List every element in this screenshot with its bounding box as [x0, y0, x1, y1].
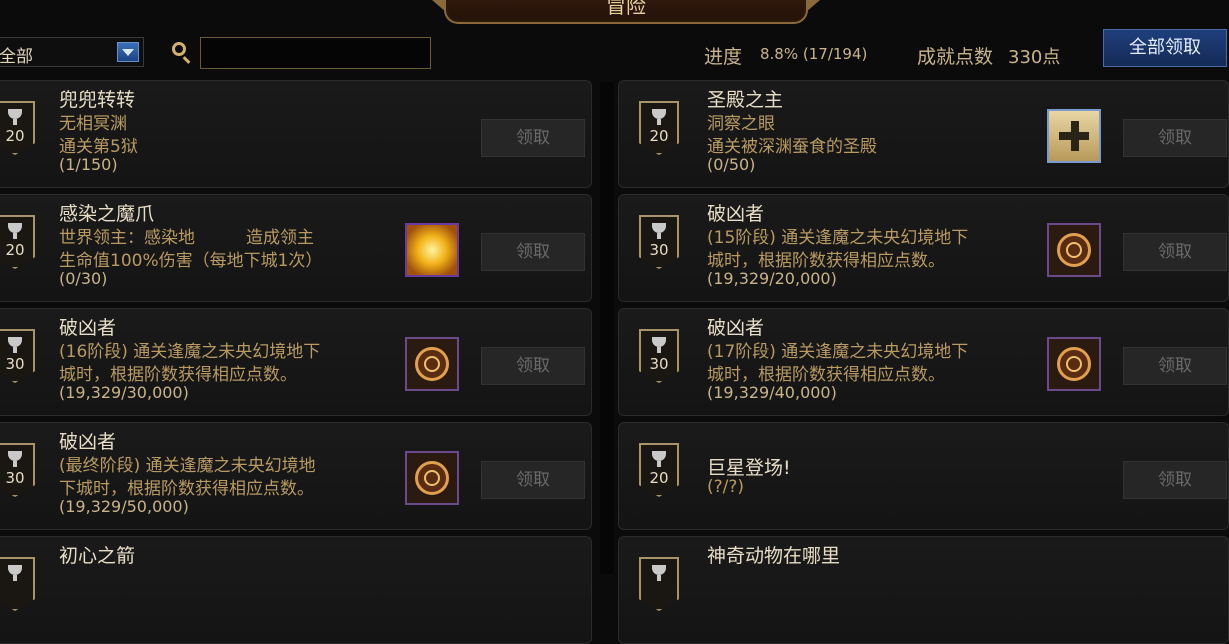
achievement-subtitle: 无相冥渊	[59, 114, 127, 134]
emblem-icon[interactable]	[1047, 223, 1101, 277]
achievement-progress: (19,329/30,000)	[59, 383, 189, 402]
chevron-down-icon[interactable]	[117, 42, 139, 62]
achievement-card: 20 感染之魔爪 世界领主：感染地 造成领主 生命值100%伤害（每地下城1次）…	[0, 194, 592, 302]
achievement-title: 巨星登场!	[707, 457, 791, 479]
achievement-subtitle: (16阶段) 通关逢魔之未央幻境地下	[59, 342, 321, 362]
achievement-description: 下城时，根据阶数获得相应点数。	[59, 479, 314, 499]
achievement-card: 30 破凶者 (15阶段) 通关逢魔之未央幻境地下 城时，根据阶数获得相应点数。…	[618, 194, 1229, 302]
emblem-icon[interactable]	[1047, 337, 1101, 391]
achievement-title: 初心之箭	[59, 545, 136, 567]
search-input[interactable]	[200, 37, 431, 69]
trophy-badge: 30	[0, 329, 35, 393]
achievement-title: 破凶者	[59, 317, 117, 339]
badge-points: 20	[649, 469, 669, 487]
achievement-card: 20 兜兜转转 无相冥渊 通关第5狱 (1/150) 领取	[0, 80, 592, 188]
progress-value: 8.8% (17/194)	[760, 45, 868, 63]
claim-button[interactable]: 领取	[1123, 461, 1227, 499]
achievement-progress: (?/?)	[707, 477, 745, 497]
achievement-title: 破凶者	[707, 317, 765, 339]
badge-points: 30	[649, 355, 669, 373]
achievement-title: 感染之魔爪	[59, 203, 155, 225]
trophy-badge: 30	[0, 443, 35, 507]
achievement-title: 神奇动物在哪里	[707, 545, 841, 567]
achievement-subtitle: 洞察之眼	[707, 114, 775, 134]
trophy-badge: 20	[0, 101, 35, 165]
badge-points: 30	[5, 469, 25, 487]
achievement-description: 城时，根据阶数获得相应点数。	[707, 365, 945, 385]
claim-button[interactable]: 领取	[481, 461, 585, 499]
emblem-icon[interactable]	[405, 451, 459, 505]
achievement-card: 20 圣殿之主 洞察之眼 通关被深渊蚕食的圣殿 (0/50) 领取	[618, 80, 1229, 188]
claim-button[interactable]: 领取	[1123, 233, 1227, 271]
badge-points: 20	[5, 241, 25, 259]
category-filter-value: 全部	[0, 47, 33, 67]
points-label: 成就点数	[917, 46, 994, 68]
trophy-badge: 20	[0, 215, 35, 279]
claim-all-button[interactable]: 全部领取	[1103, 29, 1227, 67]
achievement-title: 圣殿之主	[707, 89, 784, 111]
achievement-subtitle: (最终阶段) 通关逢魔之未央幻境地	[59, 456, 316, 476]
trophy-badge: 20	[639, 101, 679, 165]
gold-star-icon[interactable]	[405, 223, 459, 277]
achievement-description: 城时，根据阶数获得相应点数。	[707, 251, 945, 271]
claim-button[interactable]: 领取	[1123, 347, 1227, 385]
trophy-badge: 30	[639, 215, 679, 279]
trophy-badge: 20	[639, 443, 679, 507]
badge-points: 30	[649, 241, 669, 259]
cross-icon[interactable]	[1047, 109, 1101, 163]
achievement-description: 通关被深渊蚕食的圣殿	[707, 137, 877, 157]
achievement-title: 破凶者	[707, 203, 765, 225]
claim-button[interactable]: 领取	[481, 119, 585, 157]
achievement-description: 城时，根据阶数获得相应点数。	[59, 365, 297, 385]
badge-points: 30	[5, 355, 25, 373]
achievement-progress: (19,329/20,000)	[707, 269, 837, 288]
trophy-badge	[0, 557, 35, 621]
trophy-badge	[639, 557, 679, 621]
window-title-tab: 冒险	[432, 0, 820, 24]
achievement-progress: (19,329/40,000)	[707, 383, 837, 402]
achievement-card: 20 巨星登场! (?/?) 领取	[618, 422, 1229, 530]
window-title: 冒险	[606, 0, 646, 18]
badge-points: 20	[5, 127, 25, 145]
achievement-card: 30 破凶者 (最终阶段) 通关逢魔之未央幻境地 下城时，根据阶数获得相应点数。…	[0, 422, 592, 530]
progress-label: 进度	[704, 46, 743, 68]
achievement-description: 通关第5狱	[59, 137, 138, 157]
achievement-card: 30 破凶者 (17阶段) 通关逢魔之未央幻境地下 城时，根据阶数获得相应点数。…	[618, 308, 1229, 416]
achievement-subtitle: (17阶段) 通关逢魔之未央幻境地下	[707, 342, 969, 362]
badge-points: 20	[649, 127, 669, 145]
points-value: 330点	[1008, 47, 1061, 68]
achievement-card-partial: 神奇动物在哪里	[618, 536, 1229, 644]
achievement-progress: (1/150)	[59, 155, 118, 174]
emblem-icon[interactable]	[405, 337, 459, 391]
achievement-subtitle: (15阶段) 通关逢魔之未央幻境地下	[707, 228, 969, 248]
achievement-card: 30 破凶者 (16阶段) 通关逢魔之未央幻境地下 城时，根据阶数获得相应点数。…	[0, 308, 592, 416]
achievement-progress: (0/30)	[59, 269, 108, 288]
achievement-description: 生命值100%伤害（每地下城1次）	[59, 251, 323, 271]
search-icon[interactable]	[172, 42, 186, 56]
achievement-subtitle: 世界领主：感染地 造成领主	[59, 228, 314, 248]
achievement-card-partial: 初心之箭	[0, 536, 592, 644]
claim-button[interactable]: 领取	[481, 347, 585, 385]
achievement-progress: (0/50)	[707, 155, 756, 174]
achievement-title: 破凶者	[59, 431, 117, 453]
claim-button[interactable]: 领取	[481, 233, 585, 271]
column-divider	[600, 82, 614, 574]
achievement-progress: (19,329/50,000)	[59, 497, 189, 516]
trophy-badge: 30	[639, 329, 679, 393]
achievement-title: 兜兜转转	[59, 89, 136, 111]
category-filter-select[interactable]: 全部	[0, 37, 144, 67]
claim-button[interactable]: 领取	[1123, 119, 1227, 157]
